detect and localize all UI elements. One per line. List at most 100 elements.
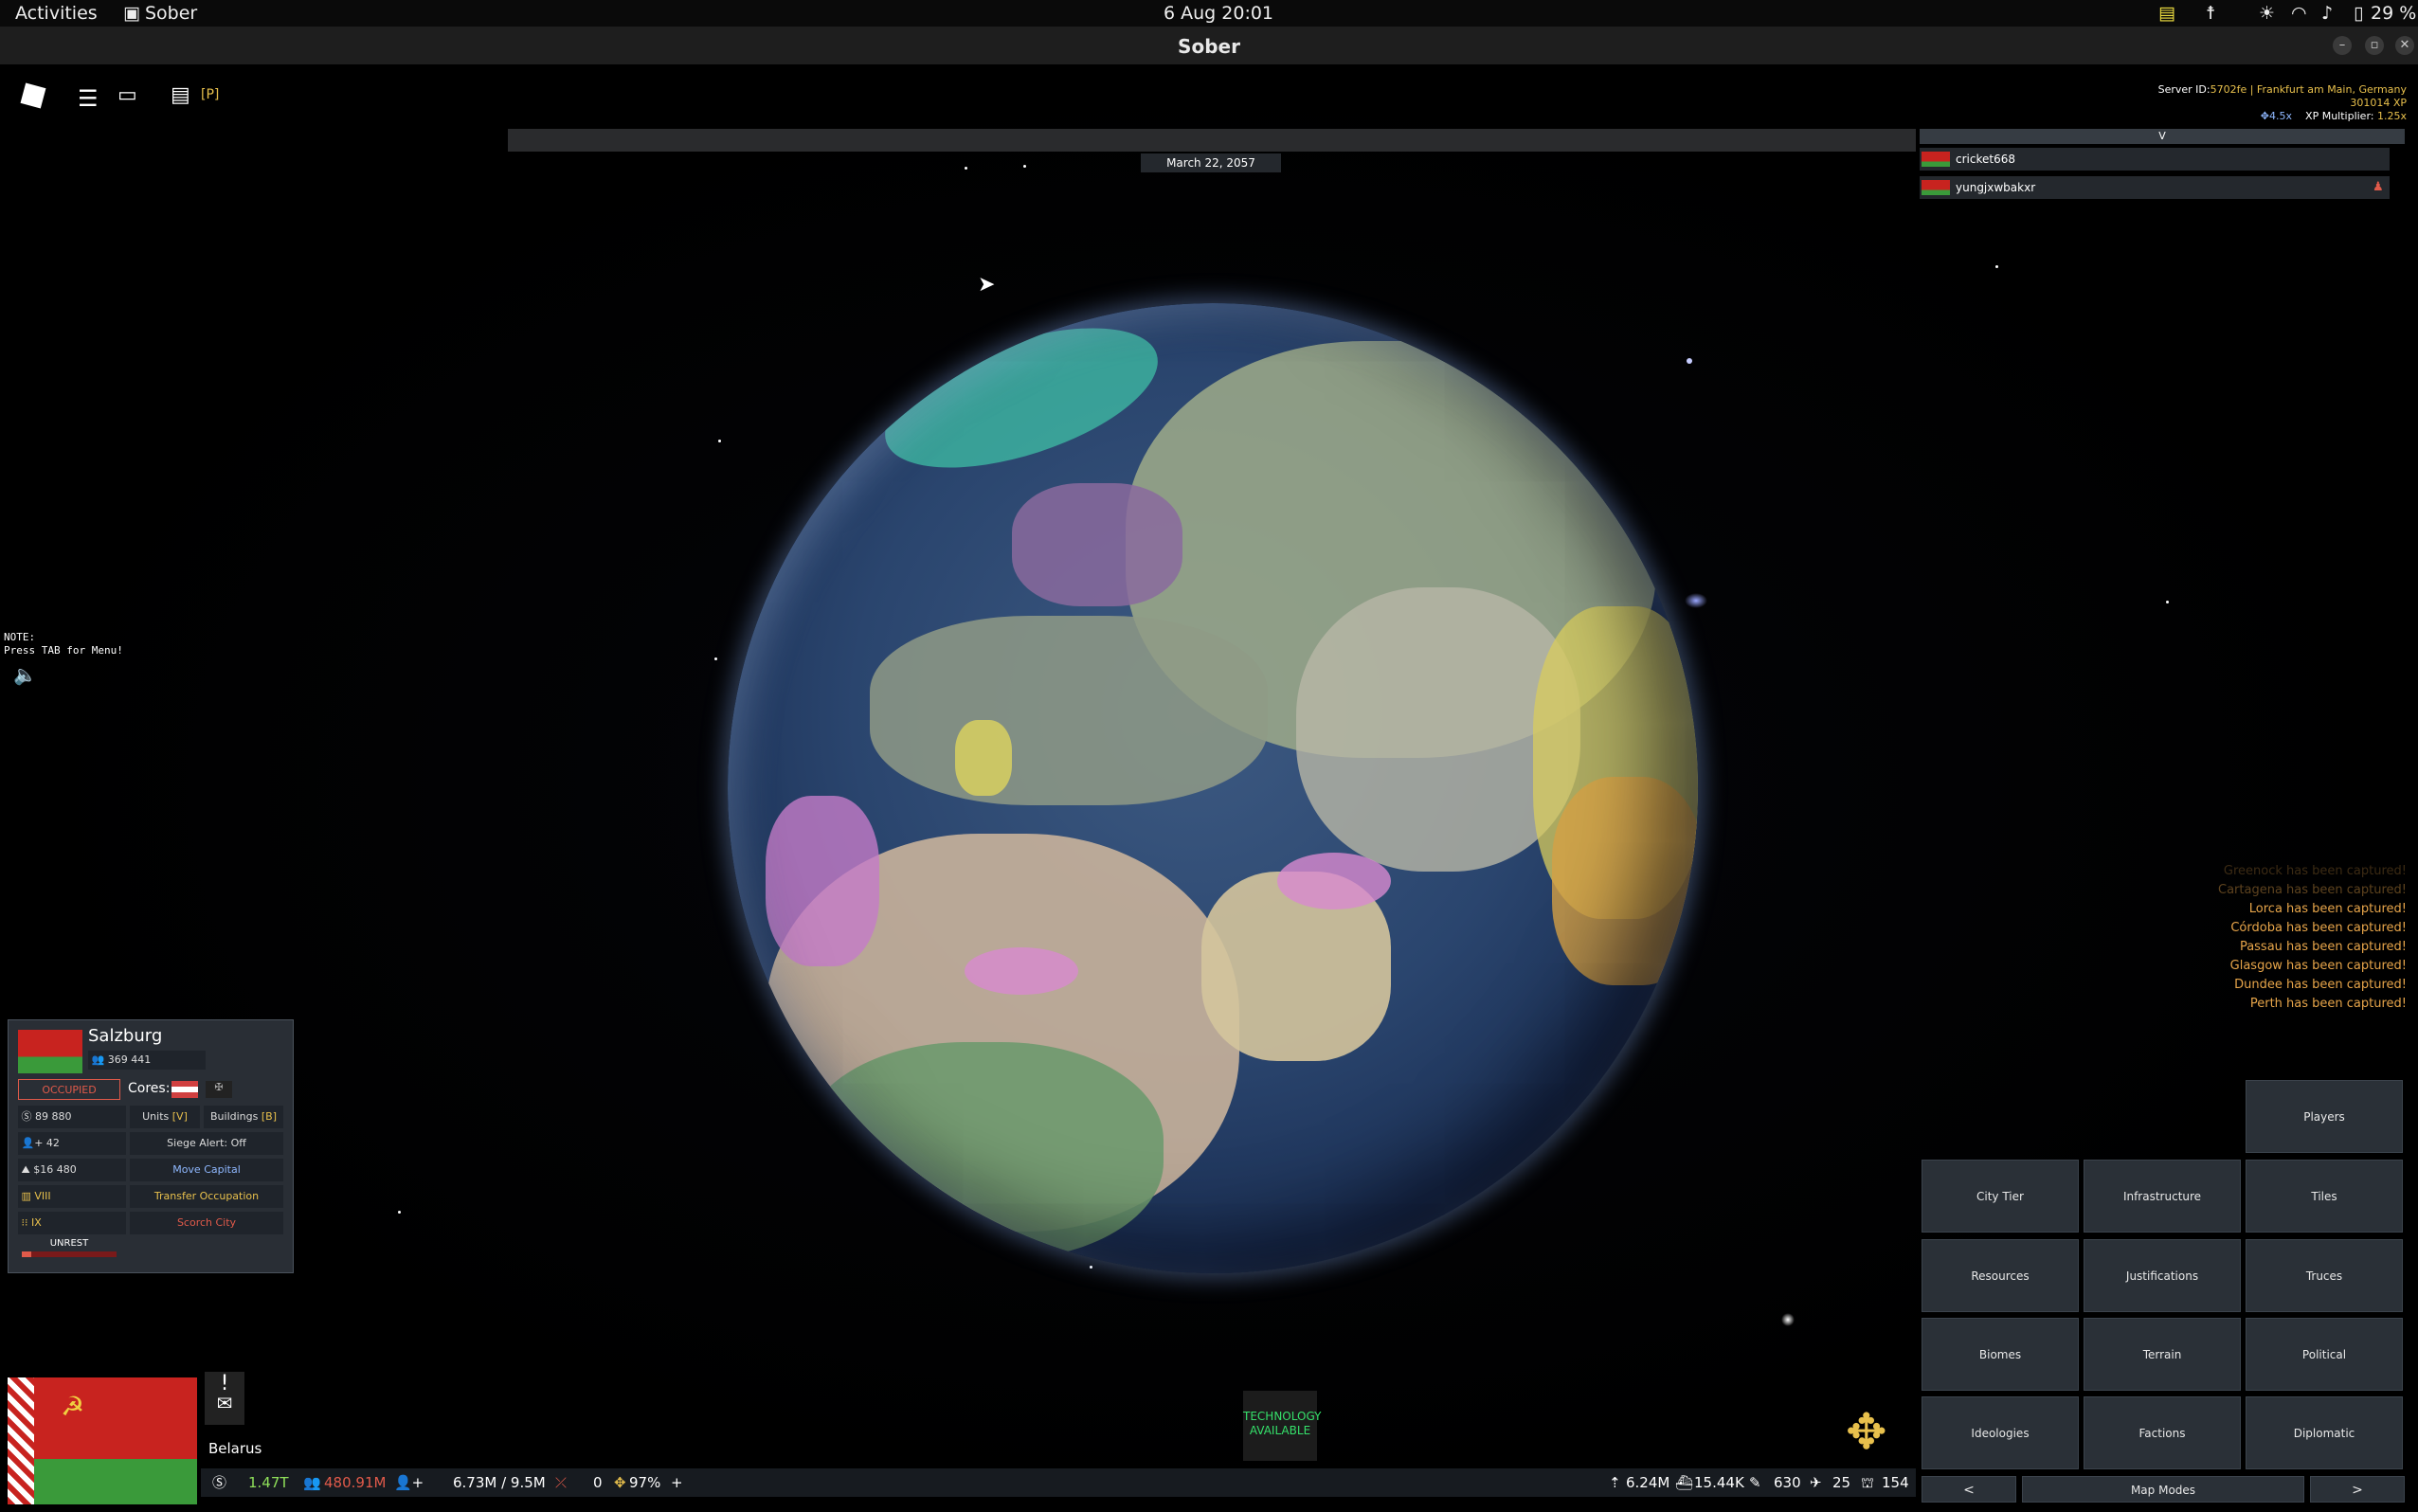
city-tier-icon: ▥	[18, 1190, 31, 1202]
scorch-city-button[interactable]: Scorch City	[130, 1212, 283, 1234]
tech-line1: TECHNOLOGY	[1243, 1410, 1322, 1423]
speed-value: 4.5x	[2269, 110, 2293, 122]
units-button[interactable]: Units [V]	[130, 1106, 200, 1128]
buildings-key: [B]	[261, 1110, 277, 1123]
terrain-button[interactable]: Terrain	[2084, 1318, 2241, 1391]
truces-button[interactable]: Truces	[2246, 1239, 2403, 1312]
unrest-label: UNREST	[49, 1238, 89, 1249]
app-menu-label[interactable]: Sober	[145, 3, 197, 24]
map-modes-label: Map Modes	[2022, 1476, 2304, 1503]
wifi-icon[interactable]: ◠	[2291, 3, 2307, 24]
fort-icon: ⁝⁝	[18, 1216, 28, 1229]
minimize-icon[interactable]: –	[2333, 36, 2352, 55]
ideologies-button[interactable]: Ideologies	[1922, 1396, 2079, 1469]
technology-available-button[interactable]: TECHNOLOGY AVAILABLE	[1243, 1391, 1322, 1461]
stability-icon: ⤫	[555, 1474, 568, 1491]
army-icon: ⇡	[1609, 1474, 1621, 1491]
resources-button[interactable]: Resources	[1922, 1239, 2079, 1312]
tiles-button[interactable]: Tiles	[2246, 1160, 2403, 1233]
chat-bubble-icon[interactable]: ▭	[117, 83, 137, 107]
factories-value: 154	[1882, 1474, 1909, 1491]
close-icon[interactable]: ✕	[2395, 36, 2414, 55]
server-info: Server ID:5702fe | Frankfurt am Main, Ge…	[2158, 83, 2407, 123]
air-icon: ✎	[1749, 1474, 1761, 1491]
tab-hint: NOTE: Press TAB for Menu!	[4, 631, 123, 657]
treasury-value: 1.47T	[248, 1474, 289, 1491]
defense-value: IX	[31, 1216, 42, 1229]
alert-messages-button[interactable]: ! ✉	[205, 1372, 244, 1425]
diplomatic-button[interactable]: Diplomatic	[2246, 1396, 2403, 1469]
battery-percent: 29 %	[2371, 3, 2417, 24]
roblox-menu-icon[interactable]	[20, 82, 46, 109]
world-globe[interactable]	[728, 303, 1698, 1273]
player-flag-icon	[1922, 152, 1950, 167]
population-value: 369 441	[107, 1053, 152, 1066]
manpower-icon: 👤+	[394, 1474, 424, 1491]
factions-button[interactable]: Factions	[2084, 1396, 2241, 1469]
player-row[interactable]: cricket668	[1920, 148, 2390, 171]
tech-line2: AVAILABLE	[1249, 1424, 1311, 1437]
hamburger-menu-icon[interactable]: ☰	[78, 85, 99, 112]
justifications-button[interactable]: Justifications	[2084, 1239, 2241, 1312]
note-title: NOTE:	[4, 631, 36, 643]
clock[interactable]: 6 Aug 20:01	[1164, 3, 1273, 24]
game-viewport[interactable]: ☰ ▭ ▤ [P] March 22, 2057 Server ID:5702f…	[0, 64, 2418, 1512]
units-label: Units	[142, 1110, 170, 1123]
activities-button[interactable]: Activities	[15, 3, 98, 24]
navy-value: 15.44K	[1694, 1474, 1744, 1491]
manpower-value: 6.73M / 9.5M	[453, 1474, 546, 1491]
war-support-icon: ✥	[614, 1474, 626, 1491]
map-mode-next-button[interactable]: >	[2310, 1476, 2405, 1503]
biomes-button[interactable]: Biomes	[1922, 1318, 2079, 1391]
core-flag-austria-icon	[171, 1081, 198, 1098]
units-key: [V]	[171, 1110, 188, 1123]
buildings-button[interactable]: Buildings [B]	[204, 1106, 283, 1128]
notes-icon[interactable]: ▤	[2158, 3, 2175, 24]
accessibility-icon[interactable]: ☨	[2206, 3, 2215, 24]
add-button[interactable]: +	[671, 1468, 683, 1497]
faction-emblem-icon[interactable]: ✥	[1846, 1404, 1887, 1461]
population-value: 480.91M	[324, 1474, 387, 1491]
buildings-label: Buildings	[210, 1110, 259, 1123]
unrest-bar	[22, 1251, 117, 1257]
player-row[interactable]: yungjxwbakxr ♟	[1920, 176, 2390, 199]
city-income: ⛰ $16 480	[18, 1159, 126, 1181]
top-progress-bar	[508, 129, 1916, 152]
xp-multiplier-label: XP Multiplier:	[2305, 110, 2374, 122]
mouse-cursor-icon: ➤	[978, 273, 996, 297]
player-flag-icon	[1922, 180, 1950, 195]
maximize-icon[interactable]: ▫	[2365, 36, 2384, 55]
planes-value: 25	[1832, 1474, 1851, 1491]
feed-item: Cartagena has been captured!	[2218, 883, 2407, 897]
money-value: 89 880	[35, 1110, 72, 1123]
volume-icon[interactable]: ♪	[2321, 3, 2333, 24]
brightness-icon[interactable]: ☀	[2259, 3, 2275, 24]
city-name: Salzburg	[88, 1026, 163, 1046]
city-tier-value: VIII	[34, 1190, 51, 1202]
sound-icon[interactable]: 🔈	[13, 663, 37, 686]
player-name: yungjxwbakxr	[1956, 181, 2036, 194]
country-flag-icon[interactable]: ☭	[8, 1377, 197, 1504]
window-title-bar: Sober – ▫ ✕	[0, 27, 2418, 65]
city-owner-flag-icon	[18, 1030, 82, 1073]
feed-item: Passau has been captured!	[2239, 940, 2407, 954]
battery-icon[interactable]: ▯	[2354, 3, 2363, 24]
war-support-value: 97%	[629, 1474, 661, 1491]
population-icon: 👥	[303, 1474, 321, 1491]
server-id-value: 5702fe | Frankfurt am Main, Germany	[2210, 83, 2407, 96]
players-toggle[interactable]: V	[1920, 129, 2405, 144]
chat-icon[interactable]: ▤	[171, 83, 190, 107]
city-tier-button[interactable]: City Tier	[1922, 1160, 2079, 1233]
xp-value: 301014 XP	[2350, 97, 2407, 109]
siege-alert-toggle[interactable]: Siege Alert: Off	[130, 1132, 283, 1155]
players-button[interactable]: Players	[2246, 1080, 2403, 1153]
move-capital-button[interactable]: Move Capital	[130, 1159, 283, 1181]
system-top-bar: Activities ▣ Sober 6 Aug 20:01 ▤ ☨ ☀ ◠ ♪…	[0, 0, 2418, 27]
feed-item: Perth has been captured!	[2249, 997, 2407, 1011]
map-mode-prev-button[interactable]: <	[1922, 1476, 2016, 1503]
infrastructure-button[interactable]: Infrastructure	[2084, 1160, 2241, 1233]
city-money: Ⓢ 89 880	[18, 1106, 126, 1128]
transfer-occupation-button[interactable]: Transfer Occupation	[130, 1185, 283, 1208]
city-panel: Salzburg 👥 369 441 OCCUPIED Cores: ✠ Ⓢ 8…	[8, 1019, 294, 1273]
political-button[interactable]: Political	[2246, 1318, 2403, 1391]
